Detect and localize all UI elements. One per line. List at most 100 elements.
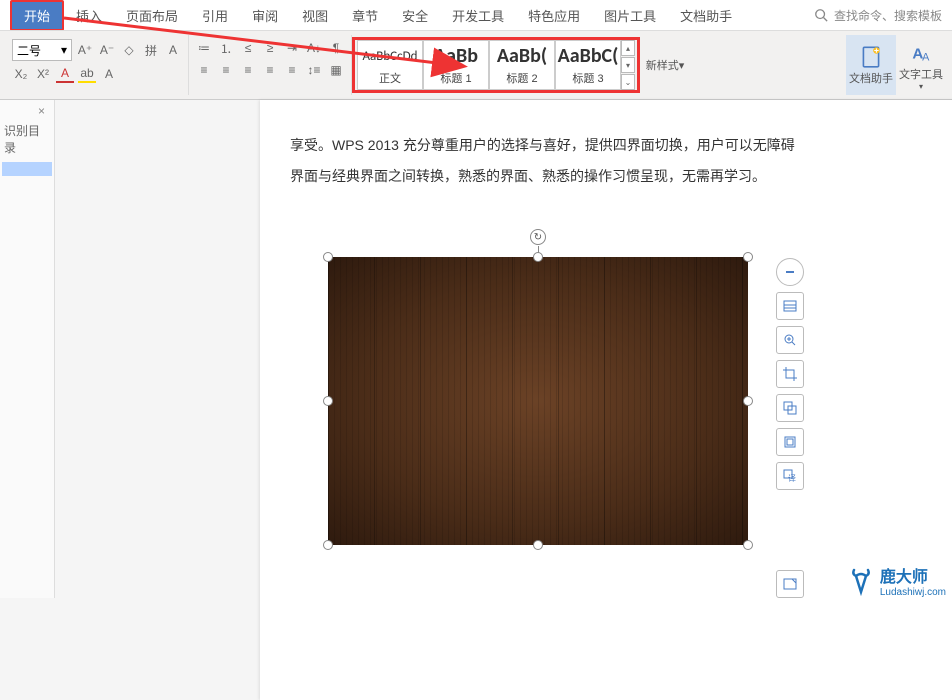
style-normal[interactable]: AaBbCcDd 正文	[357, 40, 423, 90]
chevron-down-icon[interactable]: ▾	[621, 57, 635, 73]
outline-item[interactable]	[2, 162, 52, 176]
style-heading1[interactable]: AaBb 标题 1	[423, 40, 489, 90]
style-heading2[interactable]: AaBb( 标题 2	[489, 40, 555, 90]
menu-item-security[interactable]: 安全	[390, 2, 440, 29]
chevron-down-icon: ▾	[919, 82, 923, 91]
style-preview: AaBb(	[490, 44, 554, 68]
superscript-icon[interactable]: X²	[34, 65, 52, 83]
selected-image[interactable]: ↻	[328, 257, 748, 545]
menu-item-insert[interactable]: 插入	[64, 2, 114, 29]
resize-handle-s[interactable]	[533, 540, 543, 550]
menu-item-picture-tools[interactable]: 图片工具	[592, 2, 668, 29]
paragraph: 享受。WPS 2013 充分尊重用户的选择与喜好，提供四界面切换，用户可以无障碍	[290, 130, 930, 161]
bullets-icon[interactable]: ≔	[195, 39, 213, 57]
char-shade-icon[interactable]: A	[100, 65, 118, 83]
font-size-select[interactable]: 二号 ▾	[12, 39, 72, 61]
align-distr-icon[interactable]: ≡	[283, 61, 301, 79]
style-preview: AaBbC(	[556, 44, 620, 68]
resize-handle-n[interactable]	[533, 252, 543, 262]
command-search[interactable]: 查找命令、搜索模板	[812, 6, 942, 24]
link-button[interactable]	[776, 428, 804, 456]
menu-item-special[interactable]: 特色应用	[516, 2, 592, 29]
align-justify-icon[interactable]: ≡	[261, 61, 279, 79]
wood-texture-image[interactable]	[328, 257, 748, 545]
indent-dec-icon[interactable]: ≤	[239, 39, 257, 57]
resize-handle-se[interactable]	[743, 540, 753, 550]
clear-format-icon[interactable]: ◇	[120, 41, 138, 59]
style-label: 标题 1	[424, 70, 488, 86]
crop-button[interactable]	[776, 360, 804, 388]
char-border-icon[interactable]: A	[164, 41, 182, 59]
doc-assist-button[interactable]: 文档助手	[846, 35, 896, 95]
collapse-button[interactable]	[776, 258, 804, 286]
styles-more[interactable]: ▴ ▾ ⌄	[621, 40, 635, 90]
deer-icon	[846, 566, 876, 596]
menu-item-devtools[interactable]: 开发工具	[440, 2, 516, 29]
style-label: 标题 3	[556, 70, 620, 86]
paragraph: 界面与经典界面之间转换，熟悉的界面、熟悉的操作习惯呈现，无需再学习。	[290, 161, 930, 192]
chevron-up-icon[interactable]: ▴	[621, 40, 635, 56]
doc-assist-label: 文档助手	[849, 70, 893, 86]
svg-text:A: A	[922, 51, 930, 63]
show-marks-icon[interactable]: ¶	[327, 39, 345, 57]
resize-handle-w[interactable]	[323, 396, 333, 406]
align-right-icon[interactable]: ≡	[239, 61, 257, 79]
translate-button[interactable]: 译	[776, 462, 804, 490]
pinyin-icon[interactable]: 拼	[142, 41, 160, 59]
search-placeholder: 查找命令、搜索模板	[834, 7, 942, 24]
image-float-toolbar-2	[776, 570, 806, 598]
menu-item-page-layout[interactable]: 页面布局	[114, 2, 190, 29]
paragraph-group: ≔ ⒈ ≤ ≥ ⇥ A↓ ¶ ≡ ≡ ≡ ≡ ≡ ↕≡ ▦	[189, 35, 352, 95]
menu-bar: 开始 插入 页面布局 引用 审阅 视图 章节 安全 开发工具 特色应用 图片工具…	[0, 0, 952, 30]
menu-item-view[interactable]: 视图	[290, 2, 340, 29]
outline-pane: × 识别目录	[0, 100, 55, 598]
effects-button[interactable]	[776, 394, 804, 422]
menu-item-chapter[interactable]: 章节	[340, 2, 390, 29]
resize-handle-ne[interactable]	[743, 252, 753, 262]
more-button[interactable]	[776, 570, 804, 598]
style-heading3[interactable]: AaBbC( 标题 3	[555, 40, 621, 90]
align-center-icon[interactable]: ≡	[217, 61, 235, 79]
rotate-handle[interactable]: ↻	[530, 229, 546, 245]
image-float-toolbar: 译	[776, 258, 806, 490]
new-style-button[interactable]: 新样式▾	[640, 57, 690, 73]
search-icon	[812, 6, 830, 24]
highlight-icon[interactable]: ab	[78, 65, 96, 83]
outline-title: 识别目录	[0, 120, 54, 158]
resize-handle-e[interactable]	[743, 396, 753, 406]
menu-item-doc-assist[interactable]: 文档助手	[668, 2, 744, 29]
close-icon[interactable]: ×	[38, 104, 45, 118]
text-tool-button[interactable]: AA 文字工具▾	[896, 35, 946, 95]
svg-text:译: 译	[788, 474, 796, 483]
sort-icon[interactable]: A↓	[305, 39, 323, 57]
watermark: 鹿大师 Ludashiwj.com	[846, 563, 946, 598]
grow-font-icon[interactable]: A⁺	[76, 41, 94, 59]
style-preview: AaBbCcDd	[358, 44, 422, 68]
zoom-button[interactable]	[776, 326, 804, 354]
chevron-down-icon: ▾	[679, 59, 685, 72]
align-left-icon[interactable]: ≡	[195, 61, 213, 79]
line-spacing-icon[interactable]: ↕≡	[305, 61, 323, 79]
numbering-icon[interactable]: ⒈	[217, 39, 235, 57]
styles-gallery[interactable]: AaBbCcDd 正文 AaBb 标题 1 AaBb( 标题 2 AaBbC( …	[352, 37, 640, 93]
font-color-icon[interactable]: A	[56, 65, 74, 83]
menu-item-reference[interactable]: 引用	[190, 2, 240, 29]
resize-handle-nw[interactable]	[323, 252, 333, 262]
shading-icon[interactable]: ▦	[327, 61, 345, 79]
menu-item-start[interactable]: 开始	[10, 0, 64, 31]
new-style-label: 新样式	[646, 57, 679, 73]
resize-handle-sw[interactable]	[323, 540, 333, 550]
tab-icon[interactable]: ⇥	[283, 39, 301, 57]
layout-button[interactable]	[776, 292, 804, 320]
font-group: 二号 ▾ A⁺ A⁻ ◇ 拼 A X₂ X² A ab A	[6, 35, 189, 95]
indent-inc-icon[interactable]: ≥	[261, 39, 279, 57]
style-preview: AaBb	[424, 44, 488, 68]
shrink-font-icon[interactable]: A⁻	[98, 41, 116, 59]
text-tool-label: 文字工具	[899, 66, 943, 82]
watermark-brand: 鹿大师	[880, 569, 928, 586]
styles-expand-icon[interactable]: ⌄	[621, 74, 635, 90]
ribbon: 二号 ▾ A⁺ A⁻ ◇ 拼 A X₂ X² A ab A ≔ ⒈ ≤ ≥ ⇥ …	[0, 30, 952, 100]
style-label: 标题 2	[490, 70, 554, 86]
menu-item-review[interactable]: 审阅	[240, 2, 290, 29]
subscript-icon[interactable]: X₂	[12, 65, 30, 83]
